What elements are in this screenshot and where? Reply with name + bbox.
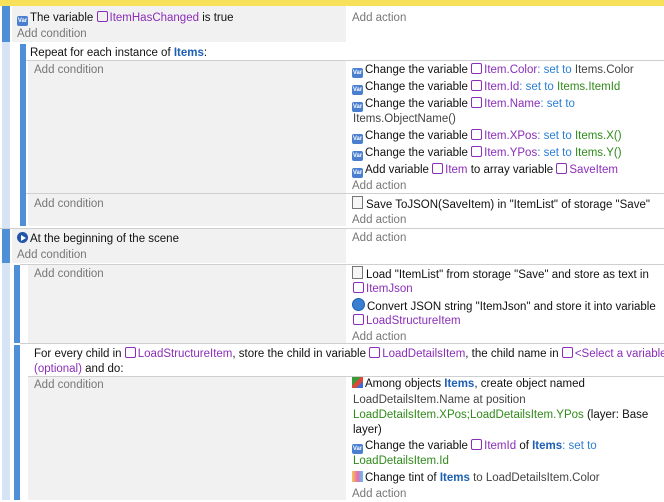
variable-tag-icon	[353, 314, 364, 325]
variable-tag-icon	[96, 11, 108, 22]
repeat-handle[interactable]	[20, 44, 26, 226]
json-icon	[352, 298, 365, 311]
storage-icon	[352, 196, 363, 209]
action-row[interactable]: Among objects Items, create object named	[352, 376, 585, 392]
action-row[interactable]: Var Change the variable Item.YPos: set to…	[352, 145, 622, 161]
variable-tag-icon	[471, 63, 483, 74]
variable-icon: Var	[17, 16, 28, 26]
variable-tag-icon	[556, 163, 568, 174]
variable-icon: Var	[352, 134, 363, 144]
foreach-conditions	[28, 377, 346, 500]
add-action-link[interactable]: Add action	[352, 212, 406, 228]
variable-tag-icon	[561, 347, 573, 358]
variable-tag-icon	[471, 80, 483, 91]
variable-tag-icon	[369, 347, 381, 358]
foreach-header-continued: (optional) and do:	[34, 363, 124, 375]
subevent-handle[interactable]	[14, 265, 20, 343]
variable-tag-icon	[124, 347, 136, 358]
action-row[interactable]: Var Change the variable Item.Id: set to I…	[352, 79, 620, 95]
repeat-conditions	[28, 61, 346, 193]
foreach-handle[interactable]	[14, 345, 20, 500]
condition-row[interactable]: Var The variable ItemHasChanged is true	[17, 10, 234, 26]
variable-tag-icon	[471, 439, 483, 450]
subevent-guide	[2, 263, 10, 500]
variable-tag-icon	[432, 163, 444, 174]
scene-start-icon	[17, 232, 28, 243]
add-condition-link[interactable]: Add condition	[34, 62, 104, 78]
event-handle[interactable]	[2, 6, 10, 42]
action-row-continued: layer)	[353, 424, 382, 436]
variable-tag-icon	[471, 129, 483, 140]
add-condition-link[interactable]: Add condition	[17, 247, 87, 263]
tint-icon	[352, 471, 363, 482]
action-row-continued: LoadStructureItem	[353, 313, 461, 329]
create-object-icon	[352, 377, 363, 388]
action-row-continued: Items.ObjectName()	[353, 113, 456, 125]
variable-icon: Var	[352, 151, 363, 161]
action-row-continued: LoadDetailsItem.Id	[353, 455, 449, 467]
add-action-link[interactable]: Add action	[352, 10, 406, 26]
variable-tag-icon	[471, 97, 483, 108]
add-condition-link[interactable]: Add condition	[17, 26, 87, 42]
subevent-guide	[2, 42, 10, 228]
add-condition-link[interactable]: Add condition	[34, 377, 104, 393]
storage-icon	[352, 266, 363, 279]
condition-row[interactable]: At the beginning of the scene	[17, 231, 179, 247]
repeat-header[interactable]: Repeat for each instance of Items:	[30, 45, 207, 61]
action-row-continued: LoadDetailsItem.Name at position	[353, 394, 526, 406]
add-condition-link[interactable]: Add condition	[34, 266, 104, 282]
variable-icon: Var	[352, 85, 363, 95]
action-row[interactable]: Var Change the variable Item.XPos: set to…	[352, 128, 622, 144]
action-row[interactable]: Var Change the variable ItemId of Items: …	[352, 438, 597, 454]
action-row-continued: LoadDetailsItem.XPos;LoadDetailsItem.YPo…	[353, 409, 649, 421]
action-row-continued: ItemJson	[353, 281, 413, 297]
action-row[interactable]: Var Add variable Item to array variable S…	[352, 162, 618, 178]
action-row[interactable]: Change tint of Items to LoadDetailsItem.…	[352, 470, 600, 486]
divider	[20, 343, 664, 344]
add-condition-link[interactable]: Add condition	[34, 196, 104, 212]
action-row[interactable]: Var Change the variable Item.Name: set to	[352, 96, 575, 112]
add-action-link[interactable]: Add action	[352, 230, 406, 246]
add-action-link[interactable]: Add action	[352, 178, 406, 194]
foreach-header[interactable]: For every child in LoadStructureItem, st…	[34, 346, 664, 362]
action-row[interactable]: Var Change the variable Item.Color: set t…	[352, 62, 634, 78]
variable-icon: Var	[352, 168, 363, 178]
action-row[interactable]: Save ToJSON(SaveItem) in "ItemList" of s…	[352, 196, 650, 213]
variable-icon: Var	[352, 68, 363, 78]
variable-tag-icon	[353, 282, 364, 293]
event-handle[interactable]	[2, 229, 10, 263]
variable-tag-icon	[471, 146, 483, 157]
